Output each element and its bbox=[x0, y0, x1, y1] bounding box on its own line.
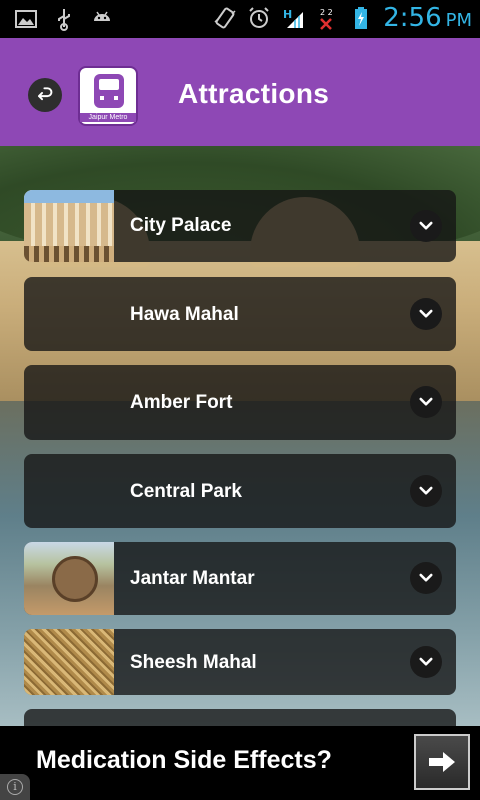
ad-text[interactable]: Medication Side Effects? bbox=[36, 746, 332, 775]
ad-banner[interactable]: Medication Side Effects? i bbox=[0, 726, 480, 800]
battery-charging-icon bbox=[349, 6, 373, 30]
chevron-down-icon bbox=[419, 309, 433, 318]
jantar-mantar-thumbnail bbox=[24, 542, 114, 615]
status-clock: 2:56 PM bbox=[383, 3, 472, 33]
chevron-down-icon bbox=[419, 573, 433, 582]
page-title: Attractions bbox=[178, 78, 330, 109]
attraction-name: Sheesh Mahal bbox=[130, 652, 257, 673]
svg-text:2 2: 2 2 bbox=[320, 8, 333, 17]
attraction-item-city-palace[interactable]: City Palace bbox=[24, 190, 456, 262]
chevron-down-icon bbox=[419, 486, 433, 495]
alarm-icon bbox=[247, 6, 271, 30]
attraction-item-amber-fort[interactable]: Amber Fort bbox=[24, 365, 456, 440]
expand-button[interactable] bbox=[410, 210, 442, 242]
usb-icon bbox=[52, 7, 76, 31]
logo-label: Jaipur Metro bbox=[80, 113, 136, 122]
back-button[interactable] bbox=[28, 78, 62, 112]
network-h-icon: H bbox=[281, 6, 305, 30]
image-icon bbox=[14, 7, 38, 31]
chevron-down-icon bbox=[419, 397, 433, 406]
chevron-down-icon bbox=[419, 657, 433, 666]
attraction-item-hawa-mahal[interactable]: Hawa Mahal bbox=[24, 277, 456, 351]
city-palace-thumbnail bbox=[24, 190, 114, 262]
status-ampm: PM bbox=[445, 10, 472, 31]
expand-button[interactable] bbox=[410, 386, 442, 418]
expand-button[interactable] bbox=[410, 475, 442, 507]
chevron-down-icon bbox=[419, 221, 433, 230]
expand-button[interactable] bbox=[410, 562, 442, 594]
metro-train-icon bbox=[94, 74, 124, 108]
attraction-item-jantar-mantar[interactable]: Jantar Mantar bbox=[24, 542, 456, 615]
vibrate-icon bbox=[213, 6, 237, 30]
expand-button[interactable] bbox=[410, 646, 442, 678]
arrow-right-icon bbox=[429, 752, 455, 772]
android-icon bbox=[90, 7, 114, 31]
sheesh-mahal-thumbnail bbox=[24, 629, 114, 695]
attraction-name: Jantar Mantar bbox=[130, 568, 255, 589]
ad-open-button[interactable] bbox=[414, 734, 470, 790]
jaipur-metro-logo: Jaipur Metro bbox=[78, 66, 138, 126]
app-header: Jaipur Metro Attractions bbox=[0, 38, 480, 146]
attraction-item-central-park[interactable]: Central Park bbox=[24, 454, 456, 528]
svg-text:H: H bbox=[283, 8, 292, 21]
attraction-item-sheesh-mahal[interactable]: Sheesh Mahal bbox=[24, 629, 456, 695]
info-icon: i bbox=[7, 779, 23, 795]
attraction-name: Central Park bbox=[130, 481, 242, 502]
status-bar: H 2 2 2:56 PM bbox=[0, 0, 480, 38]
attraction-name: Hawa Mahal bbox=[130, 304, 239, 325]
status-time: 2:56 bbox=[383, 3, 442, 33]
attraction-name: City Palace bbox=[130, 215, 232, 236]
ad-info-button[interactable]: i bbox=[0, 774, 30, 800]
back-arrow-icon bbox=[37, 87, 53, 101]
attraction-name: Amber Fort bbox=[130, 392, 233, 413]
expand-button[interactable] bbox=[410, 298, 442, 330]
signal-x-icon: 2 2 bbox=[315, 6, 339, 30]
